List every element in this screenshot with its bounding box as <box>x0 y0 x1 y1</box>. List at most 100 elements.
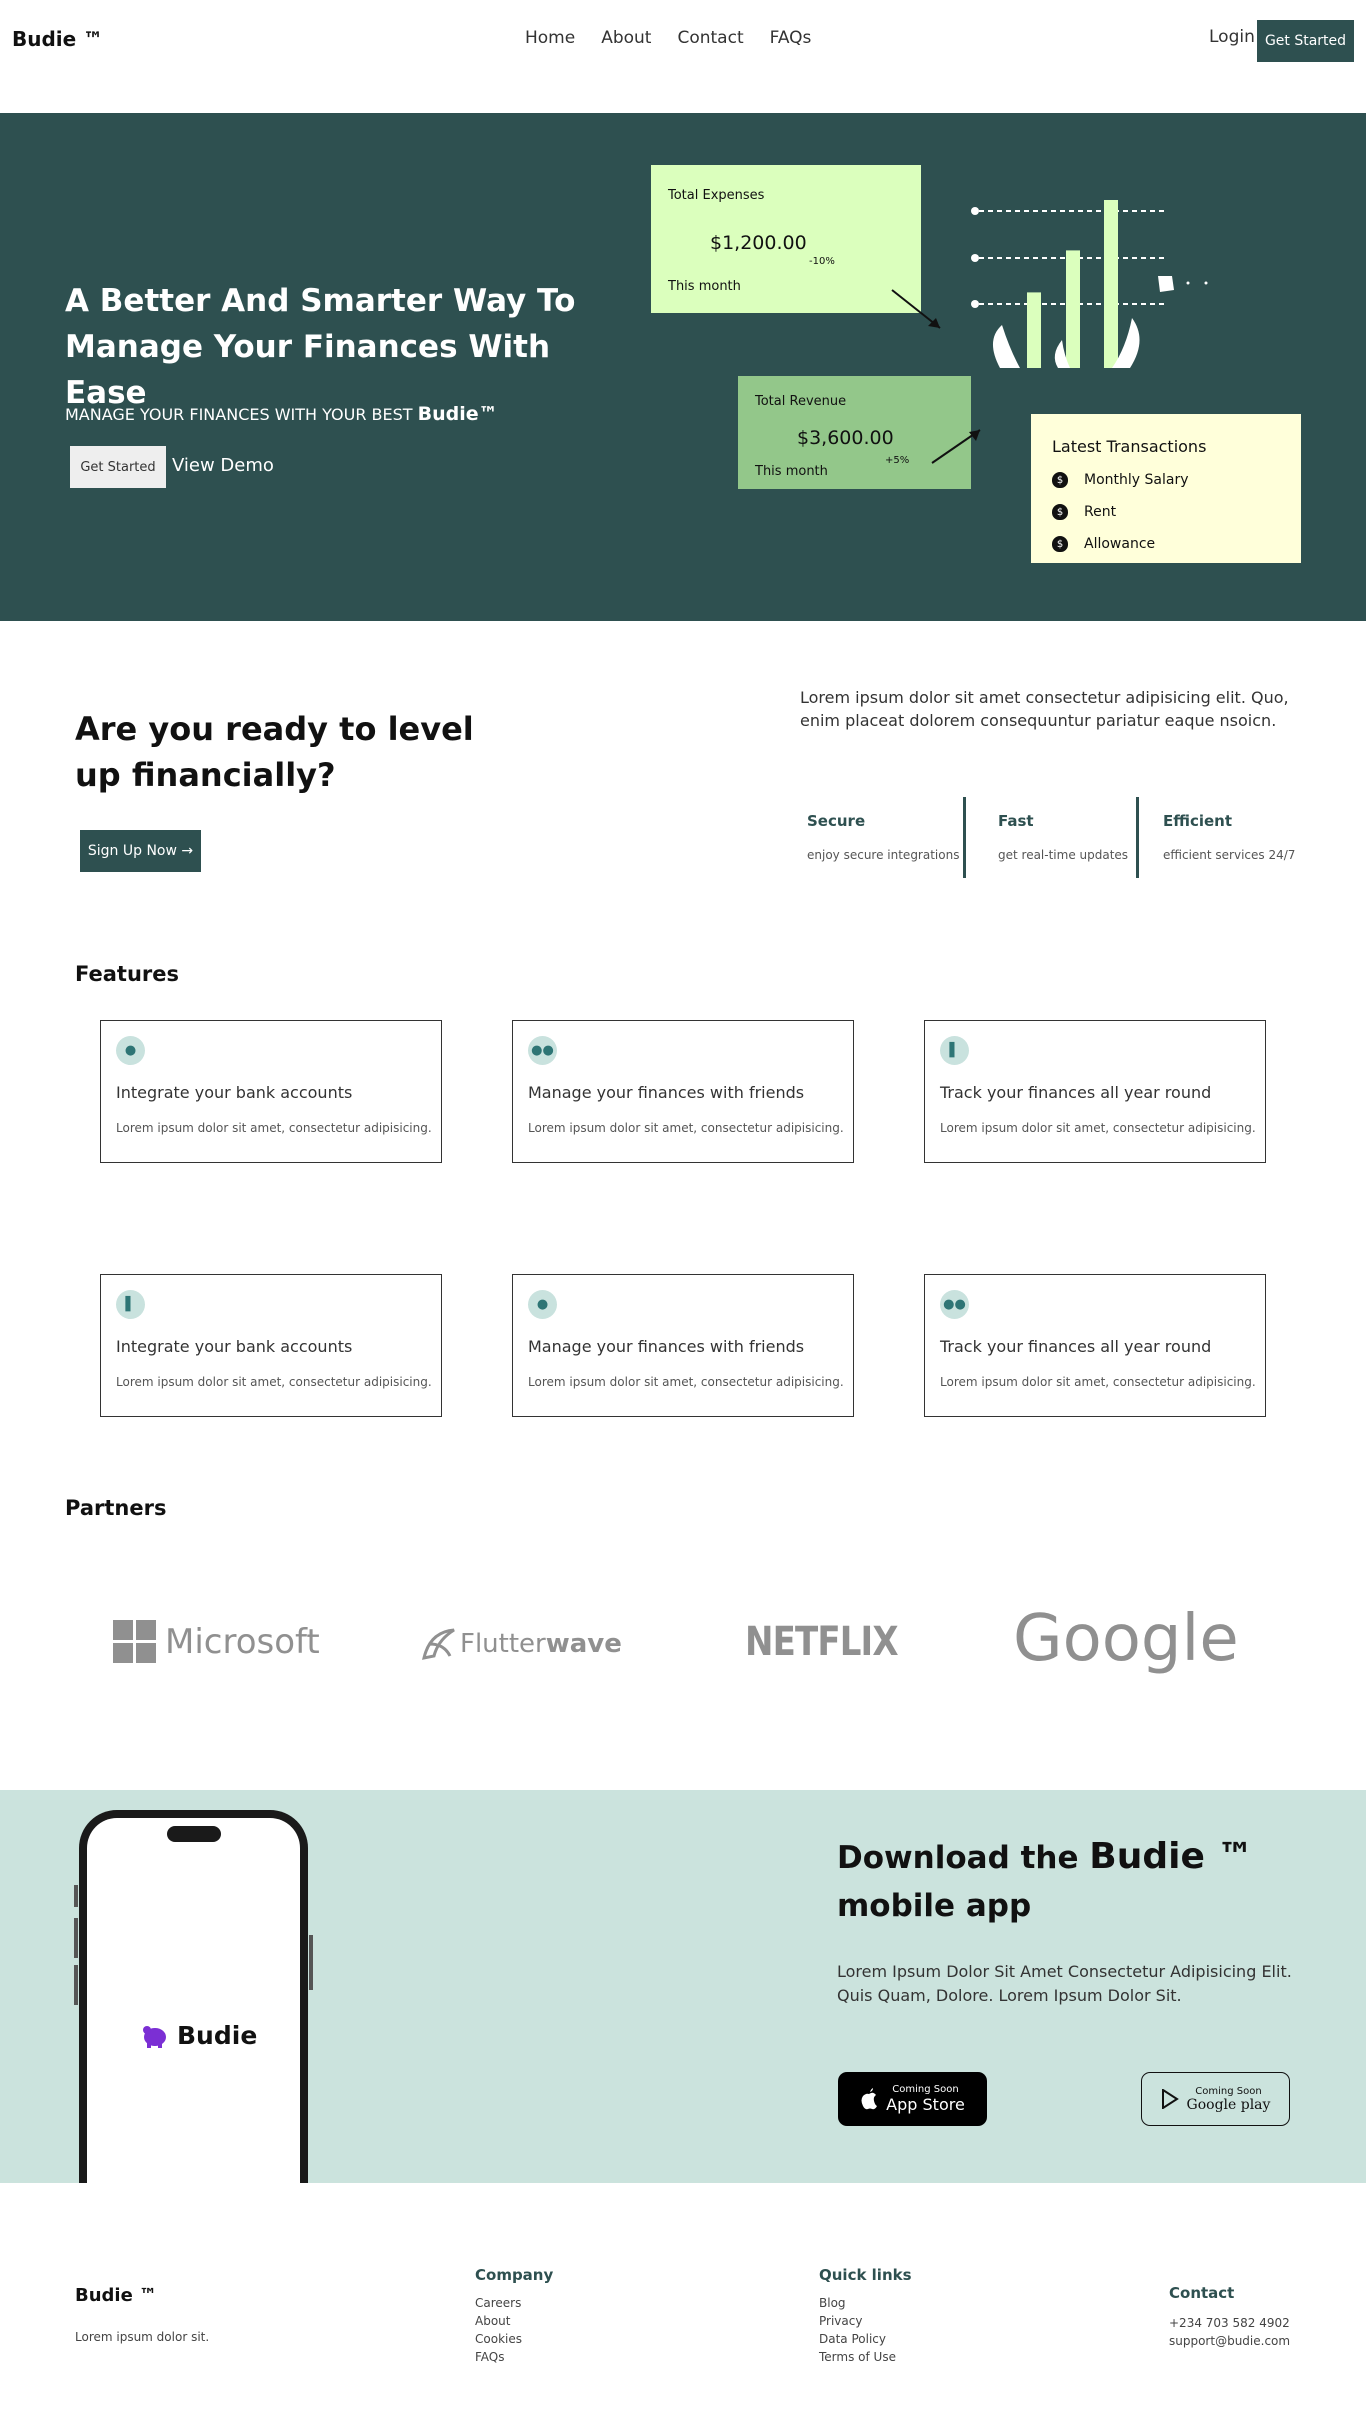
footer-quicklinks-heading: Quick links <box>819 2266 912 2284</box>
hero-get-started-button[interactable]: Get Started <box>70 446 166 488</box>
feature-text: Lorem ipsum dolor sit amet, consectetur … <box>528 1375 844 1389</box>
expenses-change: -10% <box>809 256 835 267</box>
transaction-item: $ Allowance <box>1052 536 1155 552</box>
nav-about-link[interactable]: About <box>601 28 651 48</box>
levelup-description: Lorem ipsum dolor sit amet consectetur a… <box>800 688 1289 730</box>
stat-efficient: Efficient efficient services 24/7 <box>1163 797 1303 878</box>
footer-phone[interactable]: +234 703 582 4902 <box>1169 2314 1290 2332</box>
footer-link-data-policy[interactable]: Data Policy <box>819 2330 912 2348</box>
flutterwave-wordmark-light: Flutter <box>460 1629 546 1659</box>
phone-notch <box>167 1826 221 1842</box>
app-heading-suffix: mobile app <box>837 1888 1032 1924</box>
leaf-shape <box>992 325 1020 368</box>
phone-side-button <box>309 1935 313 1990</box>
footer-contact-column: Contact +234 703 582 4902 support@budie.… <box>1169 2284 1290 2350</box>
app-store-small-text: Coming Soon <box>892 2084 959 2095</box>
flutterwave-wordmark-bold: wave <box>545 1629 622 1659</box>
footer-link-about[interactable]: About <box>475 2312 553 2330</box>
hero-subtitle-text: MANAGE YOUR FINANCES WITH YOUR BEST <box>65 405 413 424</box>
nav-faqs-link[interactable]: FAQs <box>770 28 812 48</box>
phone-brand-text: Budie <box>177 2021 258 2050</box>
phone-mockup: Budie <box>79 1810 308 2183</box>
get-started-button[interactable]: Get Started <box>1257 20 1354 62</box>
feature-title: Manage your finances with friends <box>528 1337 805 1356</box>
apple-icon <box>861 2088 878 2110</box>
particle-dot <box>1204 281 1208 285</box>
google-wordmark: Google <box>1013 1602 1239 1676</box>
nav-home-link[interactable]: Home <box>525 28 575 48</box>
microsoft-squares-icon <box>113 1620 156 1663</box>
footer-link-blog[interactable]: Blog <box>819 2294 912 2312</box>
view-demo-link[interactable]: View Demo <box>172 455 274 476</box>
money-bag-icon: $ <box>1052 536 1068 552</box>
expenses-amount: $1,200.00 <box>710 232 807 254</box>
nav-contact-link[interactable]: Contact <box>677 28 743 48</box>
footer-link-privacy[interactable]: Privacy <box>819 2312 912 2330</box>
footer-link-cookies[interactable]: Cookies <box>475 2330 553 2348</box>
feature-title: Integrate your bank accounts <box>116 1083 353 1102</box>
netflix-logo: NETFLIX <box>745 1619 925 1665</box>
revenue-label: Total Revenue <box>755 394 847 409</box>
latest-transactions-card: Latest Transactions $ Monthly Salary $ R… <box>1031 414 1301 563</box>
partners-heading: Partners <box>65 1496 167 1520</box>
feature-title: Manage your finances with friends <box>528 1083 805 1102</box>
flutterwave-mark-icon <box>422 1628 455 1660</box>
feature-text: Lorem ipsum dolor sit amet, consectetur … <box>116 1121 432 1135</box>
users-icon: ●● <box>528 1036 557 1065</box>
phone-side-button <box>74 1885 78 1907</box>
footer-email[interactable]: support@budie.com <box>1169 2332 1290 2350</box>
brand-logo[interactable]: Budie ™ <box>12 27 103 51</box>
stat-divider <box>963 797 966 878</box>
stat-text: get real-time updates <box>998 848 1129 862</box>
footer-company-column: Company Careers About Cookies FAQs <box>475 2266 553 2366</box>
money-bag-icon: $ <box>1052 472 1068 488</box>
hero-subtitle-brand: Budie™ <box>417 403 498 425</box>
users-icon: ●● <box>940 1290 969 1319</box>
piggy-bank-icon <box>143 2025 166 2048</box>
main-nav: Home About Contact FAQs <box>525 28 811 48</box>
app-store-button[interactable]: Coming Soon App Store <box>838 2072 987 2126</box>
stat-secure: Secure enjoy secure integrations <box>807 797 962 878</box>
transaction-item: $ Rent <box>1052 504 1116 520</box>
sign-up-button[interactable]: Sign Up Now → <box>80 830 201 872</box>
footer-link-terms[interactable]: Terms of Use <box>819 2348 912 2366</box>
feature-card[interactable]: ●● Track your finances all year round Lo… <box>924 1274 1266 1417</box>
google-logo: Google <box>1013 1602 1239 1676</box>
chart-bars <box>1027 200 1118 368</box>
app-store-big-text: App Store <box>886 2095 965 2114</box>
phone-side-button <box>74 1965 78 2005</box>
footer-tagline: Lorem ipsum dolor sit. <box>75 2330 210 2344</box>
feature-title: Track your finances all year round <box>940 1337 1212 1356</box>
transactions-title: Latest Transactions <box>1052 437 1207 456</box>
transaction-label: Monthly Salary <box>1084 472 1189 488</box>
login-link[interactable]: Login <box>1209 27 1255 47</box>
stat-title: Secure <box>807 812 866 830</box>
chart-bar <box>1066 250 1080 368</box>
stat-title: Efficient <box>1163 812 1233 830</box>
features-heading: Features <box>75 962 179 986</box>
google-play-big-text: Google play <box>1186 2096 1271 2113</box>
flutterwave-logo: Flutter wave <box>420 1624 622 1664</box>
stat-fast: Fast get real-time updates <box>998 797 1136 878</box>
particle-dot <box>1186 281 1190 285</box>
phone-side-button <box>74 1918 78 1958</box>
feature-card[interactable]: ● Integrate your bank accounts Lorem ips… <box>100 1020 442 1163</box>
play-store-icon <box>1161 2089 1179 2109</box>
transaction-item: $ Monthly Salary <box>1052 472 1188 488</box>
footer-company-heading: Company <box>475 2266 554 2284</box>
microsoft-logo: Microsoft <box>113 1620 320 1664</box>
hero-subtitle: MANAGE YOUR FINANCES WITH YOUR BEST Budi… <box>65 403 498 425</box>
footer-link-careers[interactable]: Careers <box>475 2294 553 2312</box>
chart-bar <box>1027 292 1041 368</box>
feature-card[interactable]: ● Manage your finances with friends Lore… <box>512 1274 854 1417</box>
stat-divider <box>1136 797 1139 878</box>
levelup-title: Are you ready to level up financially? <box>75 710 474 794</box>
footer-link-faqs[interactable]: FAQs <box>475 2348 553 2366</box>
netflix-wordmark: NETFLIX <box>745 1619 899 1665</box>
feature-card[interactable]: ●● Manage your finances with friends Lor… <box>512 1020 854 1163</box>
feature-card[interactable]: ▌ Track your finances all year round Lor… <box>924 1020 1266 1163</box>
app-heading-brand: Budie ™ <box>1089 1836 1254 1877</box>
flying-leaf <box>1158 276 1174 292</box>
google-play-button[interactable]: Coming Soon Google play <box>1141 2072 1290 2126</box>
feature-card[interactable]: ▌ Integrate your bank accounts Lorem ips… <box>100 1274 442 1417</box>
